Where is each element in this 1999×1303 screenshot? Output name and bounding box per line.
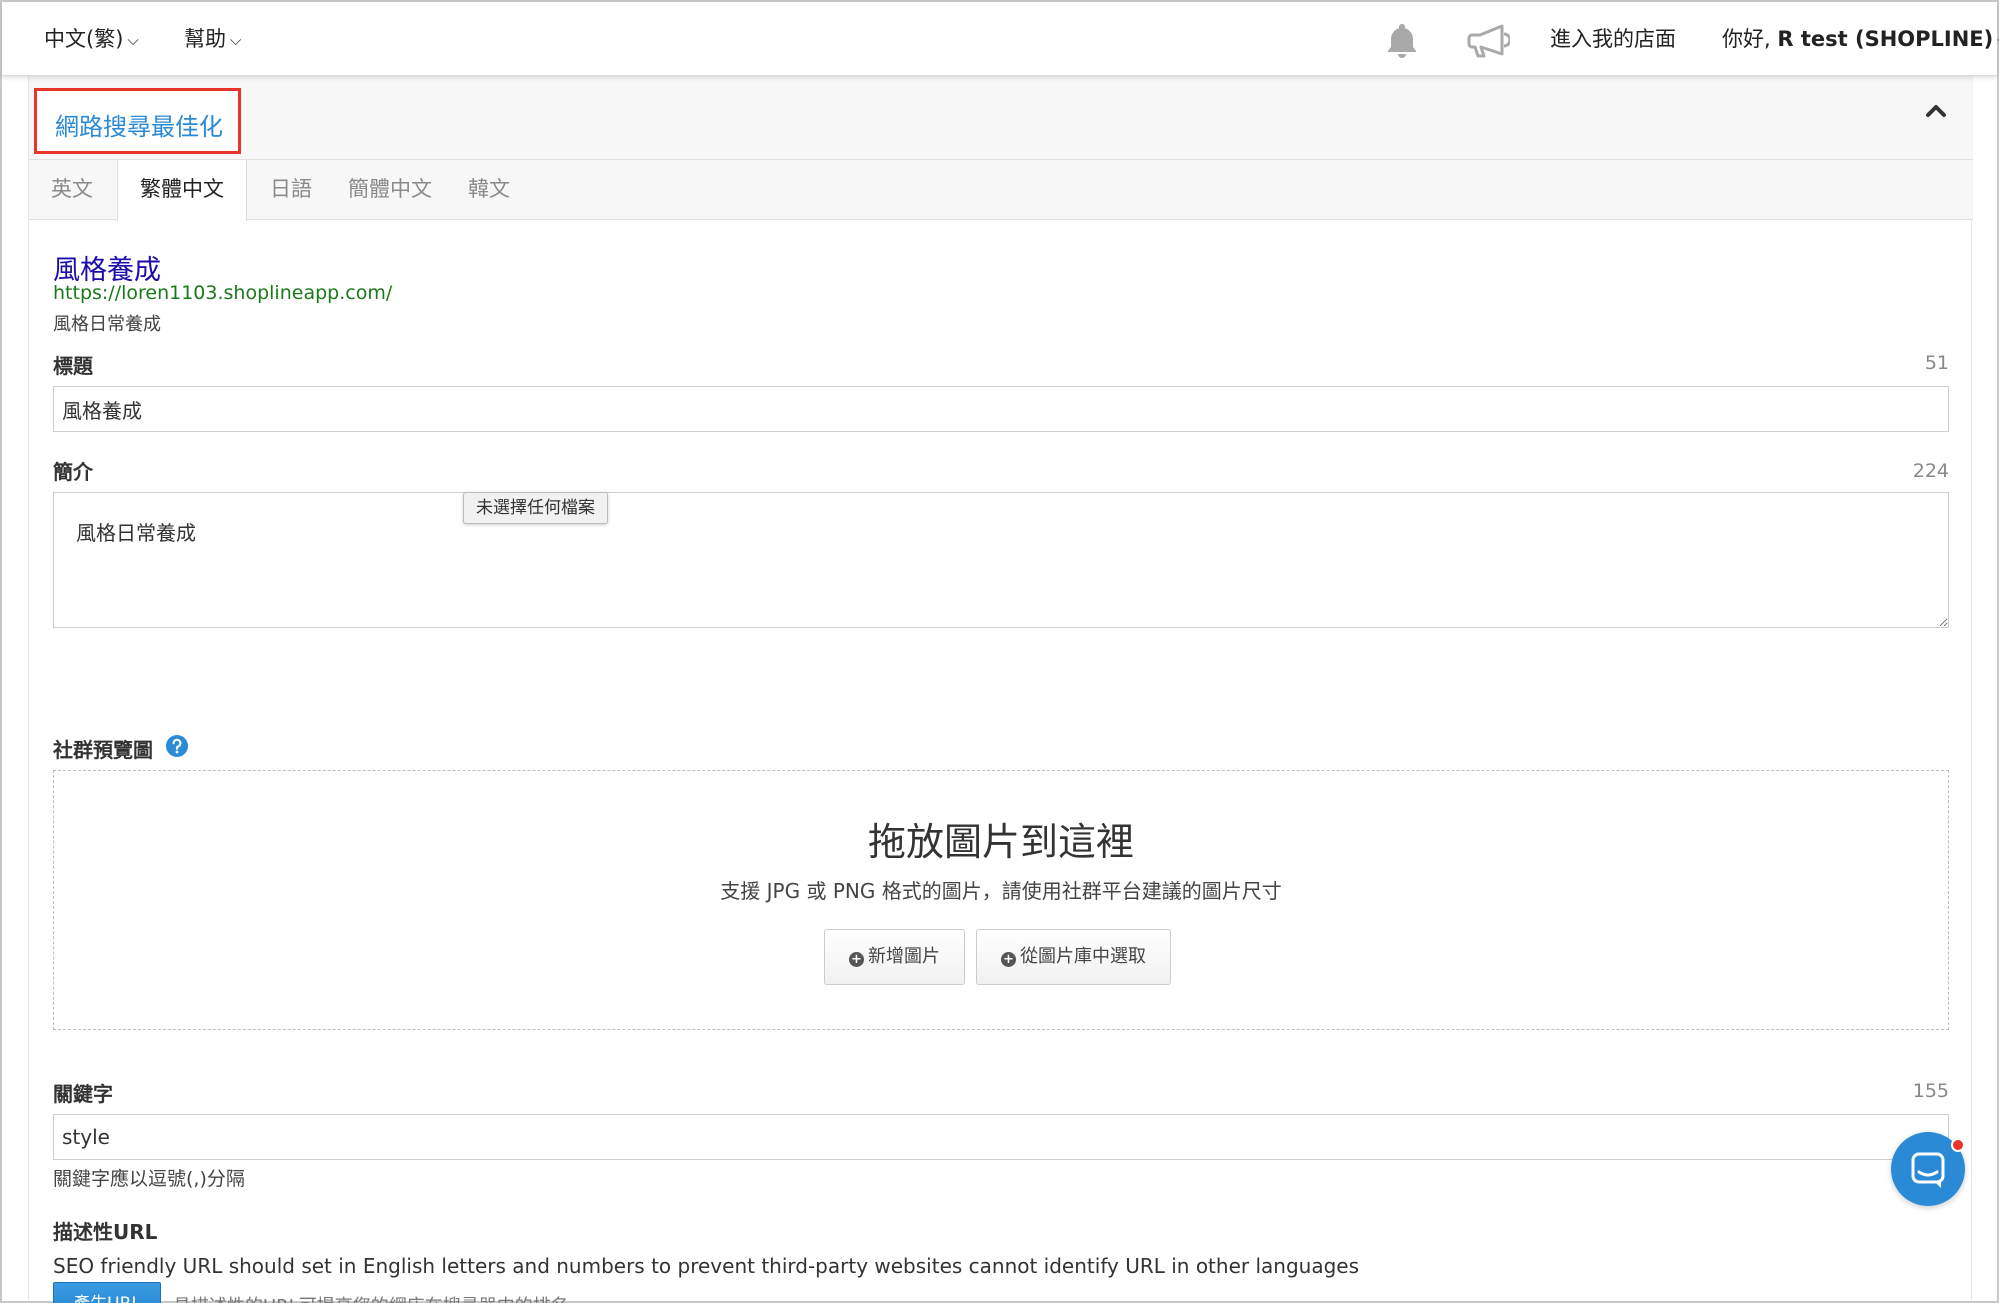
- language-tabs: 英文 繁體中文 日語 簡體中文 韓文: [29, 160, 1973, 221]
- dropzone-title: 拖放圖片到這裡: [867, 820, 1134, 864]
- panel-header: 網路搜尋最佳化: [29, 76, 1973, 160]
- description-textarea[interactable]: 風格日常養成: [53, 492, 1949, 628]
- chevron-down-icon: ⌵: [127, 31, 139, 49]
- generate-url-button[interactable]: 產生URL: [53, 1282, 161, 1303]
- collapse-chevron-up-icon[interactable]: [1921, 96, 1951, 126]
- help-dropdown[interactable]: 幫助 ⌵: [184, 2, 241, 76]
- language-dropdown[interactable]: 中文(繁) ⌵: [44, 2, 139, 76]
- tab-traditional-chinese[interactable]: 繁體中文: [117, 160, 247, 221]
- file-tooltip: 未選擇任何檔案: [463, 492, 608, 524]
- notification-dot: [1951, 1138, 1965, 1152]
- tab-english[interactable]: 英文: [29, 160, 115, 220]
- descriptive-url-label: 描述性URL: [53, 1220, 158, 1244]
- description-label: 簡介: [53, 460, 93, 484]
- search-preview-description: 風格日常養成: [53, 314, 161, 335]
- section-title-highlight: 網路搜尋最佳化: [34, 88, 241, 154]
- keywords-hint: 關鍵字應以逗號(,)分隔: [53, 1168, 245, 1190]
- store-link[interactable]: 進入我的店面: [1550, 2, 1676, 76]
- keywords-label: 關鍵字: [53, 1082, 113, 1106]
- choose-from-library-label: 從圖片庫中選取: [1020, 946, 1146, 967]
- title-char-count: 51: [1924, 352, 1949, 374]
- dropzone-subtitle: 支援 JPG 或 PNG 格式的圖片，請使用社群平台建議的圖片尺寸: [720, 879, 1282, 903]
- generate-url-hint: 具描述性的URL可提高您的網店在搜尋器中的排名: [173, 1292, 569, 1303]
- title-label: 標題: [53, 354, 93, 378]
- user-menu[interactable]: 你好, R test (SHOPLINE)⌵: [1722, 2, 1999, 76]
- tab-simplified-chinese[interactable]: 簡體中文: [335, 160, 445, 220]
- seo-panel: 網路搜尋最佳化 英文 繁體中文 日語 簡體中文 韓文 風格養成 https://…: [28, 76, 1973, 1303]
- greeting-prefix: 你好,: [1722, 27, 1771, 51]
- title-input[interactable]: [53, 386, 1949, 432]
- language-label: 中文(繁): [44, 27, 124, 51]
- add-image-label: 新增圖片: [868, 946, 940, 967]
- user-name: R test (SHOPLINE): [1777, 27, 1994, 51]
- add-image-button[interactable]: + 新增圖片: [824, 929, 965, 985]
- chevron-down-icon: ⌵: [230, 31, 242, 49]
- plus-circle-icon: +: [1001, 952, 1016, 967]
- choose-from-library-button[interactable]: + 從圖片庫中選取: [976, 929, 1171, 985]
- top-navbar: 中文(繁)⌵ 幫助⌵ 進入我的店面 你好, R test (SHOPLINE)⌵: [2, 2, 1999, 76]
- help-question-icon[interactable]: [165, 734, 189, 758]
- image-dropzone[interactable]: 拖放圖片到這裡 支援 JPG 或 PNG 格式的圖片，請使用社群平台建議的圖片尺…: [53, 770, 1949, 1030]
- description-char-count: 224: [1912, 460, 1949, 482]
- megaphone-icon[interactable]: [1466, 20, 1512, 60]
- section-title: 網路搜尋最佳化: [55, 113, 223, 141]
- keywords-input[interactable]: [53, 1114, 1949, 1160]
- search-preview-url: https://loren1103.shoplineapp.com/: [53, 282, 393, 304]
- tab-korean[interactable]: 韓文: [447, 160, 531, 220]
- social-image-label: 社群預覽圖: [53, 738, 153, 762]
- bell-icon[interactable]: [1382, 20, 1422, 60]
- descriptive-url-note: SEO friendly URL should set in English l…: [53, 1254, 1359, 1278]
- plus-circle-icon: +: [849, 952, 864, 967]
- seo-form: 風格養成 https://loren1103.shoplineapp.com/ …: [29, 220, 1973, 1303]
- tab-japanese[interactable]: 日語: [249, 160, 333, 220]
- keywords-char-count: 155: [1912, 1080, 1949, 1102]
- help-label: 幫助: [184, 27, 226, 51]
